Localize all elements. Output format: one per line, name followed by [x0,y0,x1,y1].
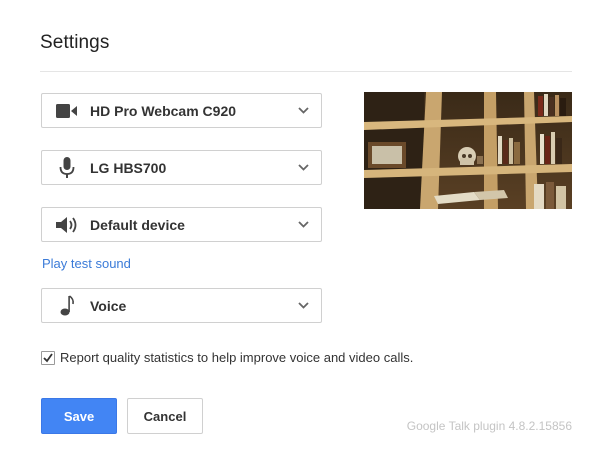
speaker-select-label: Default device [90,217,185,233]
save-button[interactable]: Save [41,398,117,434]
chevron-down-icon [298,94,309,127]
music-note-icon [56,289,82,322]
title-divider [40,71,572,72]
cancel-button[interactable]: Cancel [127,398,203,434]
chevron-down-icon [298,289,309,322]
camera-preview [364,92,572,209]
report-quality-label: Report quality statistics to help improv… [60,350,414,365]
video-camera-icon [56,94,82,127]
ringtone-select-label: Voice [90,298,127,314]
dialog-title: Settings [40,32,110,53]
speaker-select[interactable]: Default device [41,207,322,242]
report-quality-checkbox[interactable] [41,350,55,365]
chevron-down-icon [298,208,309,241]
speaker-icon [56,208,82,241]
version-text: Google Talk plugin 4.8.2.15856 [406,419,572,433]
camera-select-label: HD Pro Webcam C920 [90,103,237,119]
microphone-select-label: LG HBS700 [90,160,167,176]
microphone-select[interactable]: LG HBS700 [41,150,322,185]
camera-select[interactable]: HD Pro Webcam C920 [41,93,322,128]
chevron-down-icon [298,151,309,184]
play-test-sound-link[interactable]: Play test sound [42,256,131,271]
ringtone-select[interactable]: Voice [41,288,322,323]
report-quality-row[interactable]: Report quality statistics to help improv… [41,350,413,365]
microphone-icon [56,151,82,184]
